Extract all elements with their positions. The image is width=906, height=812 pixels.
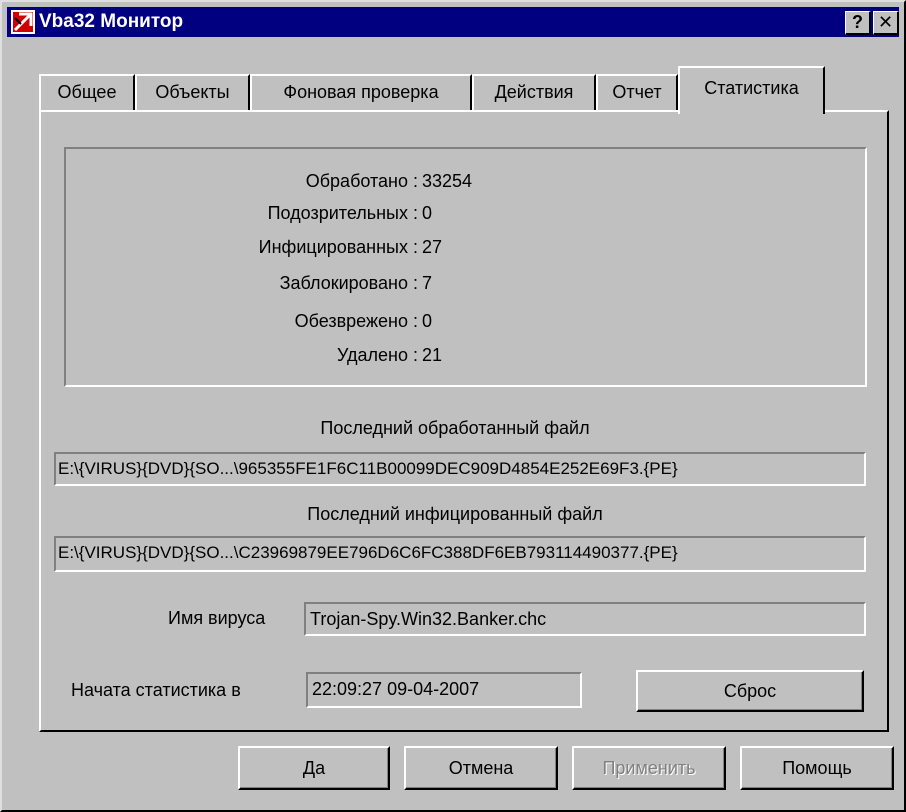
title-bar[interactable]: Vba32 Монитор ? ✕ (7, 7, 899, 37)
last-infected-field: E:\{VIRUS}{DVD}{SO...\C23969879EE796D6C6… (54, 536, 866, 572)
stat-value: 21 (422, 345, 443, 365)
stat-label: Обработано : (305, 171, 418, 191)
stat-label: Подозрительных : (267, 203, 418, 223)
stat-value: 27 (422, 237, 443, 257)
stat-infected: Инфицированных : 27 (66, 237, 865, 263)
close-icon[interactable]: ✕ (873, 11, 899, 35)
help-icon[interactable]: ? (845, 11, 871, 35)
vba32-app-icon (11, 10, 35, 34)
window: Vba32 Монитор ? ✕ Общее Объекты Фоновая … (0, 0, 906, 812)
virus-name-field: Trojan-Spy.Win32.Banker.chc (304, 602, 866, 636)
stat-suspicious: Подозрительных : 0 (66, 203, 865, 229)
stat-label: Обезврежено : (294, 311, 418, 331)
last-processed-label: Последний обработанный файл (320, 418, 590, 438)
tab-general[interactable]: Общее (39, 74, 135, 110)
stat-blocked: Заблокировано : 7 (66, 273, 865, 299)
stat-value: 7 (422, 273, 433, 293)
cancel-button[interactable]: Отмена (404, 746, 558, 790)
stats-start-field: 22:09:27 09-04-2007 (306, 672, 582, 708)
stat-value: 33254 (422, 171, 473, 191)
ok-button[interactable]: Да (238, 746, 390, 790)
stats-start-label: Начата статистика в (71, 680, 241, 700)
virus-name-label: Имя вируса (168, 608, 266, 628)
stat-deleted: Удалено : 21 (66, 345, 865, 371)
apply-button[interactable]: Применить (572, 746, 726, 790)
last-infected-label: Последний инфицированный файл (307, 504, 603, 524)
last-processed-field: E:\{VIRUS}{DVD}{SO...\965355FE1F6C11B000… (54, 452, 866, 486)
help-button[interactable]: Помощь (740, 746, 894, 790)
stat-processed: Обработано : 33254 (66, 171, 865, 197)
stat-value: 0 (422, 311, 433, 331)
tab-actions[interactable]: Действия (472, 74, 596, 110)
stat-label: Удалено : (336, 345, 418, 365)
tab-report[interactable]: Отчет (596, 74, 678, 110)
stat-value: 0 (422, 203, 433, 223)
stat-neutralized: Обезврежено : 0 (66, 311, 865, 337)
reset-button[interactable]: Сброс (636, 670, 864, 712)
stats-group: Обработано : 33254 Подозрительных : 0 Ин… (64, 147, 867, 387)
stat-label: Заблокировано : (279, 273, 418, 293)
stat-label: Инфицированных : (258, 237, 418, 257)
window-title: Vba32 Монитор (39, 11, 184, 32)
tab-objects[interactable]: Объекты (135, 74, 250, 110)
tab-statistics[interactable]: Статистика (678, 66, 825, 114)
tab-background-scan[interactable]: Фоновая проверка (250, 74, 472, 110)
